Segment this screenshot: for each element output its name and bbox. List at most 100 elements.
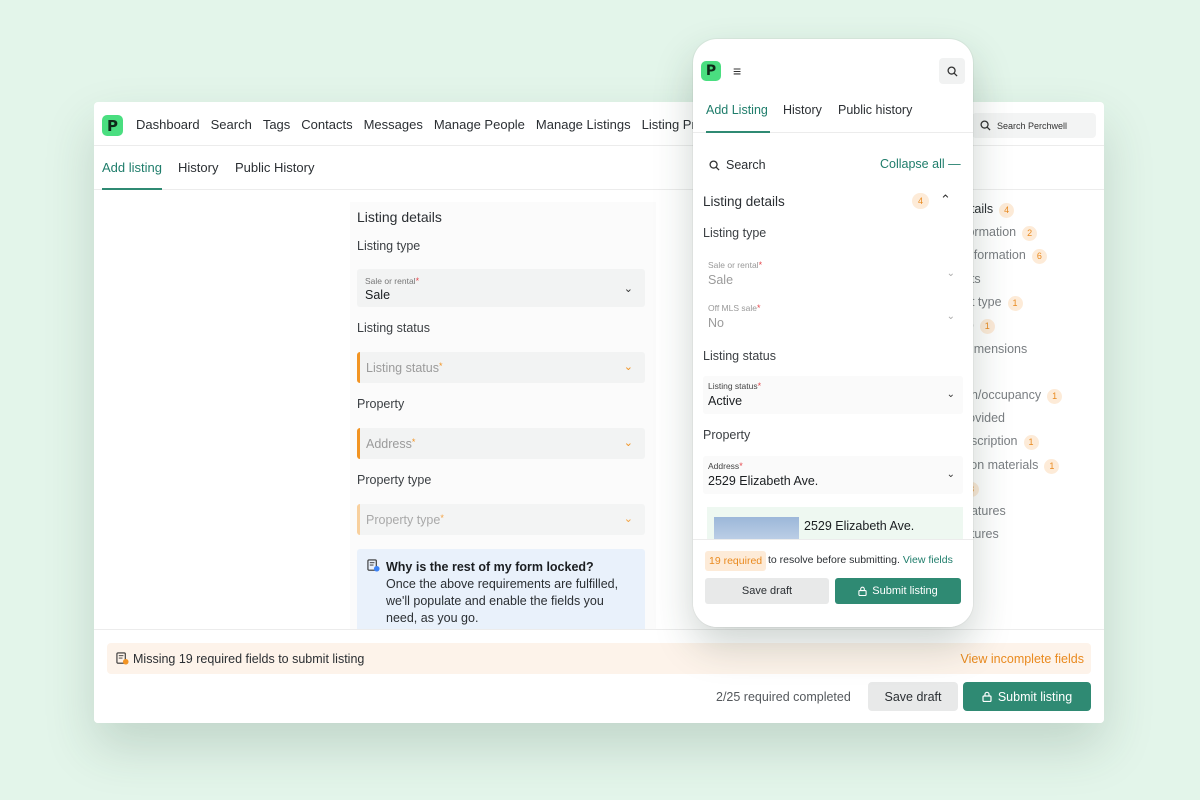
nav-messages[interactable]: Messages [364,117,423,132]
nav-search[interactable]: Search [211,117,252,132]
collapse-all-button[interactable]: Collapse all — [880,157,961,171]
listing-status-value: Active [708,394,743,408]
nav-manage-people[interactable]: Manage People [434,117,525,132]
off-mls-sale-label: Off MLS sale [708,303,757,313]
document-lock-icon [367,559,380,572]
property-label: Property [357,397,405,411]
count-badge: 4 [999,203,1015,218]
count-badge: 1 [1044,459,1060,474]
sale-or-rental-label: Sale or rental [708,260,759,270]
active-tab-indicator [706,131,770,133]
sale-or-rental-value: Sale [708,273,734,287]
count-badge: 6 [1031,249,1047,264]
required-marker: * [756,303,761,313]
nav-contacts[interactable]: Contacts [301,117,352,132]
view-incomplete-fields-link[interactable]: View incomplete fields [961,652,1084,666]
listing-type-label: Listing type [703,226,767,240]
mobile-header: P ≡ [693,39,973,91]
nav-links: Dashboard Search Tags Contacts Messages … [136,117,710,132]
listing-form: Listing details Listing type Sale or ren… [350,202,656,639]
section-nav-item[interactable]: escription 1 [964,434,1039,450]
field-search-label: Search [726,158,766,172]
section-nav-item[interactable]: tion materials 1 [964,458,1060,474]
required-marker: * [415,276,420,286]
missing-fields-text: Missing 19 required fields to submit lis… [133,652,365,666]
mobile-submit-bar: 19 required to resolve before submitting… [693,539,973,627]
listing-status-select[interactable]: Listing status* ⌄ [357,352,645,383]
sale-or-rental-select[interactable]: Sale or rental* Sale ⌄ [703,255,963,293]
chevron-down-icon: ⌄ [946,311,955,322]
required-marker: * [440,513,444,523]
chevron-up-icon[interactable]: ⌃ [940,192,951,208]
address-select[interactable]: Address* 2529 Elizabeth Ave. ⌄ [703,456,963,494]
mobile-search-button[interactable] [939,58,965,84]
chevron-down-icon: ⌄ [623,283,633,295]
submit-listing-label: Submit listing [872,585,938,597]
tab-history[interactable]: History [783,103,822,117]
missing-fields-banner: Missing 19 required fields to submit lis… [107,643,1091,674]
property-type-label: Property type [357,473,432,487]
count-badge: 2 [1022,226,1038,241]
required-marker: * [739,461,743,471]
submit-listing-button[interactable]: Submit listing [835,578,961,604]
view-fields-link[interactable]: View fields [903,554,953,566]
listing-status-placeholder: Listing status [366,361,439,375]
info-title: Why is the rest of my form locked? [386,560,594,574]
form-heading: Listing details [357,209,442,225]
save-draft-button[interactable]: Save draft [705,578,829,604]
count-badge: 1 [1007,296,1023,311]
listing-status-label: Listing status [357,321,430,335]
mobile-phone-frame: P ≡ Add Listing History Public history S… [693,39,973,627]
off-mls-sale-select[interactable]: Off MLS sale* No ⌄ [703,298,963,336]
property-type-placeholder: Property type [366,513,441,527]
submit-listing-label: Submit listing [997,689,1073,704]
section-nav-item[interactable]: dimensions [964,342,1027,356]
hamburger-menu-icon[interactable]: ≡ [733,63,741,79]
section-nav-item[interactable]: information 6 [964,248,1047,264]
tab-add-listing[interactable]: Add listing [102,160,162,175]
required-text: to resolve before submitting. [768,554,900,566]
property-label: Property [703,428,751,442]
listing-status-small-label: Listing status [708,381,758,391]
nav-dashboard[interactable]: Dashboard [136,117,200,132]
section-title: Listing details [703,194,785,209]
tab-public-history[interactable]: Public History [235,160,314,175]
chevron-down-icon: ⌄ [623,513,633,525]
address-placeholder: Address [366,437,412,451]
count-badge: 1 [979,319,995,334]
nav-tags[interactable]: Tags [263,117,290,132]
perchwell-logo[interactable]: P [701,61,721,81]
tab-public-history[interactable]: Public history [838,103,912,117]
required-count-badge: 19 required [705,551,767,571]
section-nav-item[interactable]: on/occupancy 1 [964,388,1063,404]
sale-or-rental-select[interactable]: Sale or rental* Sale ⌄ [357,269,645,307]
save-draft-button[interactable]: Save draft [868,682,958,711]
tab-add-listing[interactable]: Add Listing [706,103,768,117]
address-small-label: Address [708,461,740,471]
field-search-input[interactable]: Search [703,151,869,179]
property-type-select[interactable]: Property type* ⌄ [357,504,645,535]
perchwell-logo[interactable]: P [102,115,123,136]
global-search-input[interactable]: Search Perchwell [972,113,1096,138]
search-icon [946,65,958,77]
document-warning-icon [116,652,129,665]
listing-status-select[interactable]: Listing status* Active ⌄ [703,376,963,414]
chevron-down-icon: ⌄ [946,389,955,400]
submit-bar: Missing 19 required fields to submit lis… [94,629,1104,723]
active-tab-indicator [102,188,162,190]
global-search-placeholder: Search Perchwell [997,120,1068,131]
address-select[interactable]: Address* ⌄ [357,428,645,459]
property-card-title: 2529 Elizabeth Ave. [804,519,915,533]
lock-icon [858,586,867,596]
search-icon [709,159,720,171]
section-count-badge: 4 [912,193,929,209]
required-marker: * [757,381,762,391]
count-badge: 1 [1047,389,1063,404]
submit-listing-button[interactable]: Submit listing [963,682,1091,711]
tab-history[interactable]: History [178,160,218,175]
nav-manage-listings[interactable]: Manage Listings [536,117,631,132]
section-nav-item[interactable]: formation 2 [964,225,1038,241]
listing-type-label: Listing type [357,239,421,253]
search-icon [980,120,991,131]
required-marker: * [411,437,416,447]
